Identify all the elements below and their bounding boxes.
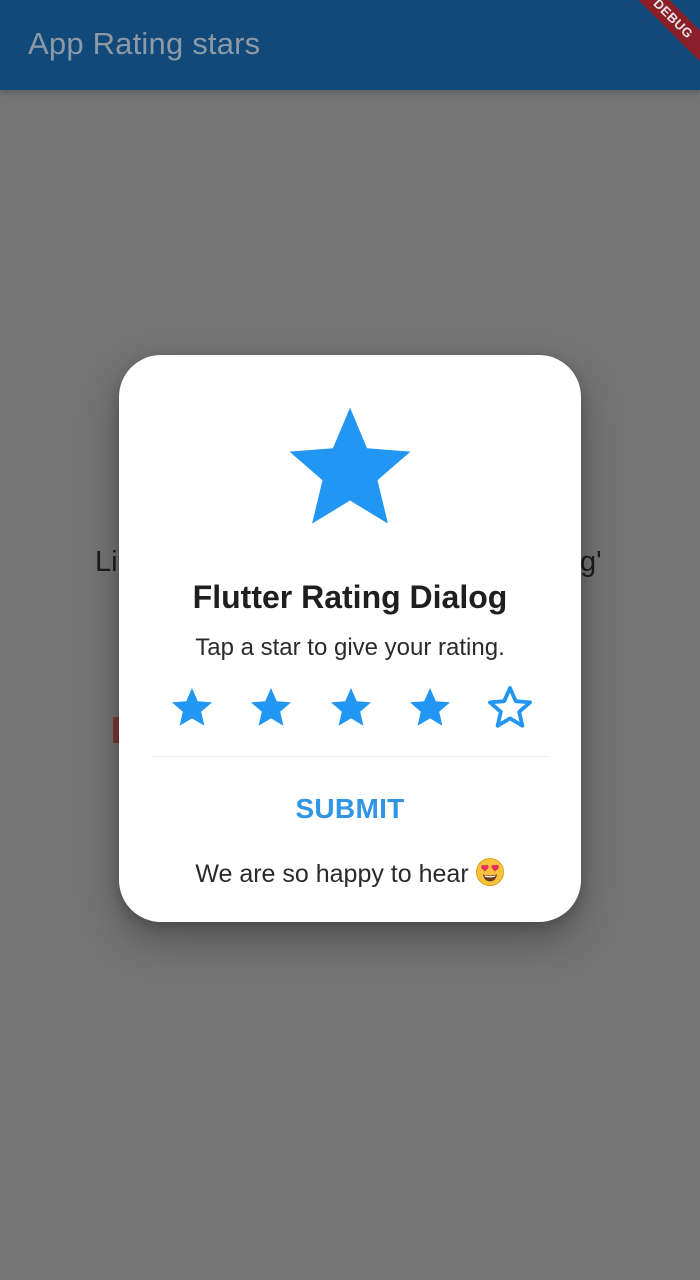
rating-star-1-icon[interactable] xyxy=(167,683,217,731)
app-bar-title: App Rating stars xyxy=(28,26,261,61)
rating-star-4-icon[interactable] xyxy=(405,683,455,731)
feedback-text: We are so happy to hear xyxy=(195,860,469,888)
feedback-message: We are so happy to hear xyxy=(119,857,581,889)
rating-star-3-icon[interactable] xyxy=(326,683,376,731)
dialog-title: Flutter Rating Dialog xyxy=(192,579,508,615)
rating-bar xyxy=(167,683,537,733)
rating-star-2-icon[interactable] xyxy=(246,683,296,731)
background-text-right: g' xyxy=(580,546,602,578)
rating-dialog: Flutter Rating Dialog Tap a star to give… xyxy=(119,355,581,922)
heart-eyes-emoji-icon xyxy=(475,857,504,887)
screen: App Rating stars DEBUG Li g' Flutter Rat… xyxy=(0,0,700,1280)
rating-star-5-icon[interactable] xyxy=(485,683,535,731)
app-bar: App Rating stars DEBUG xyxy=(0,0,700,90)
star-icon xyxy=(289,407,411,524)
dialog-divider xyxy=(152,756,548,757)
submit-button[interactable]: SUBMIT xyxy=(250,783,450,835)
debug-banner: DEBUG xyxy=(619,0,700,73)
background-text-left: Li xyxy=(95,546,118,578)
dialog-message: Tap a star to give your rating. xyxy=(195,634,505,661)
